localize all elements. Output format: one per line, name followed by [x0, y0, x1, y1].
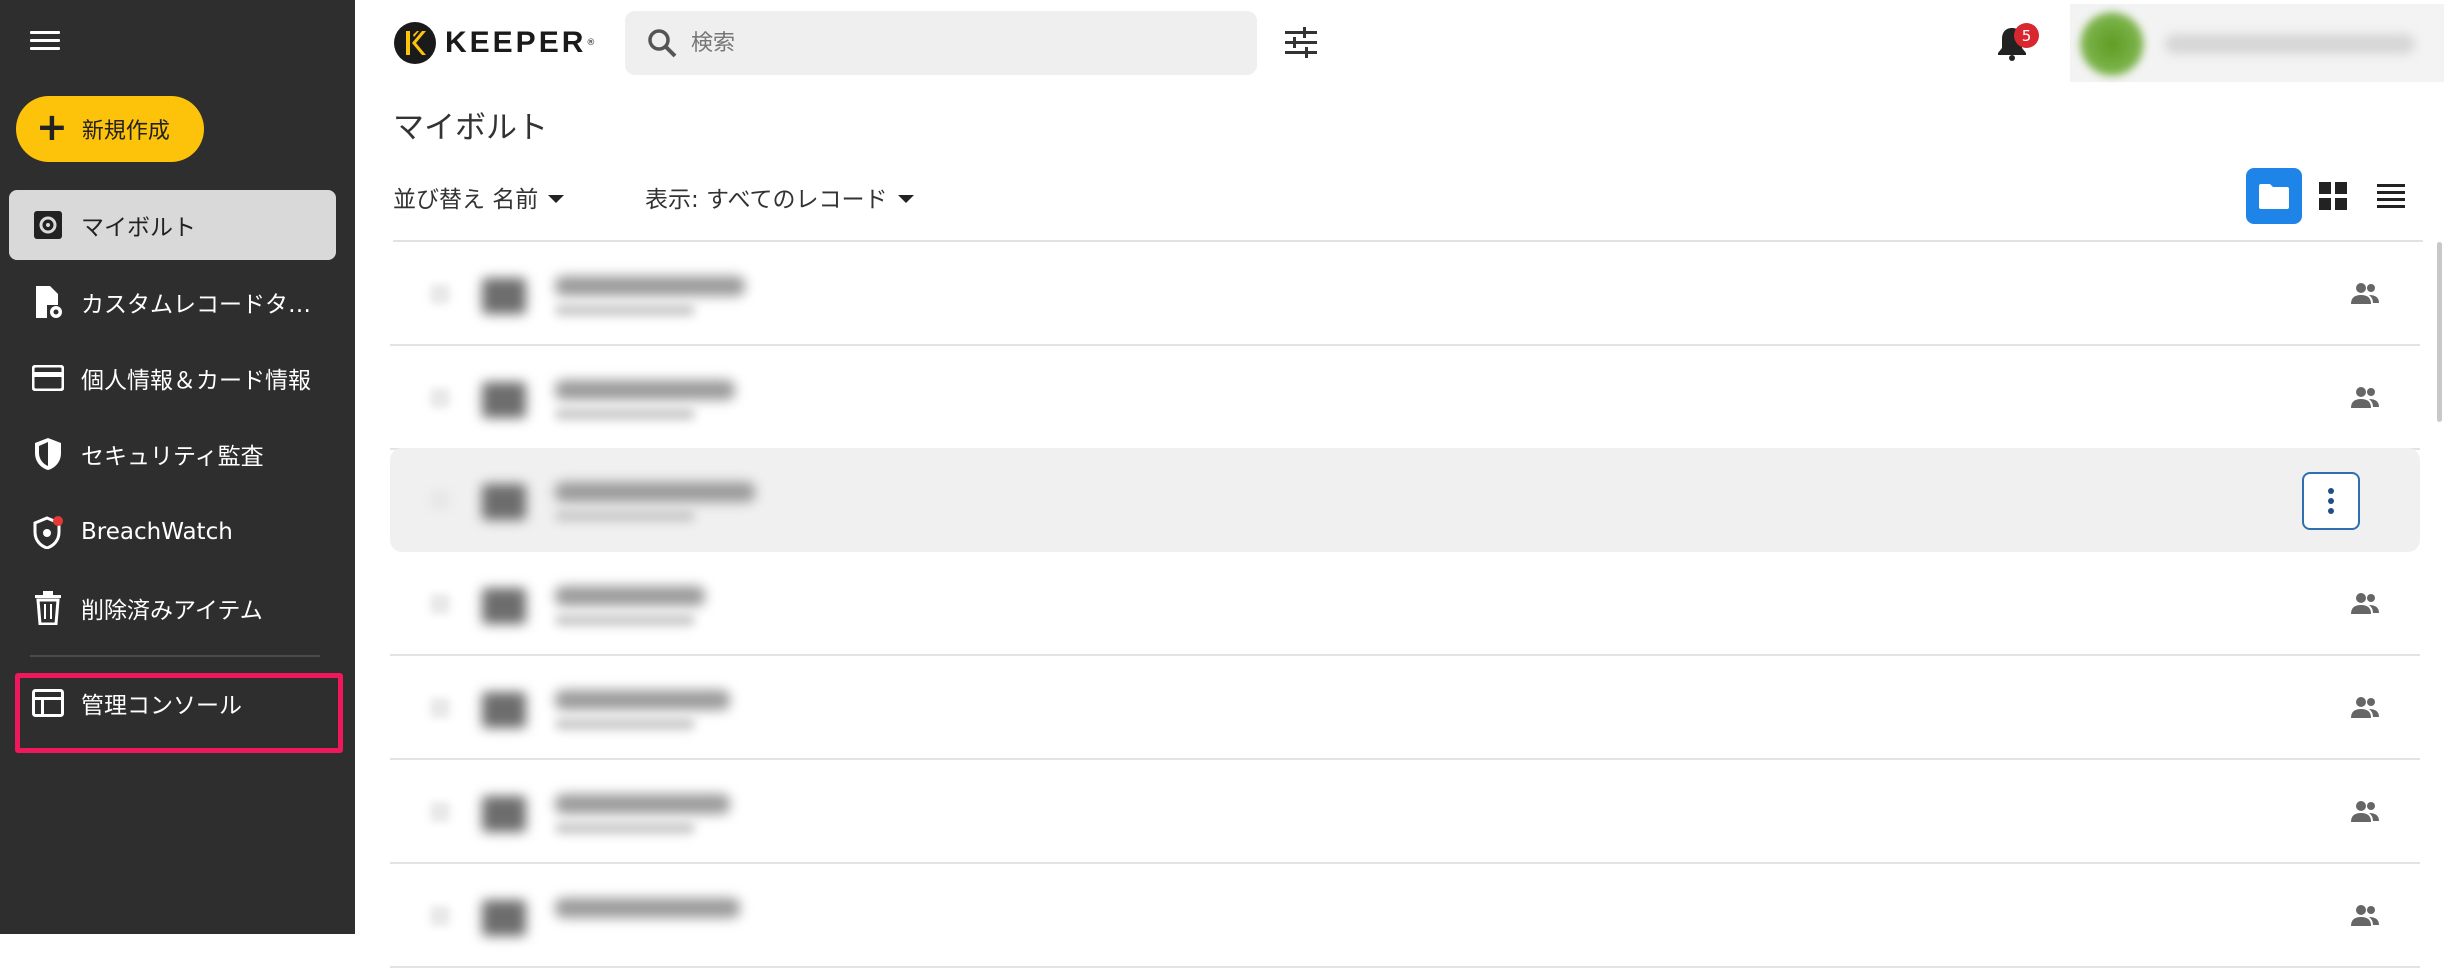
keeper-logo-icon — [394, 22, 436, 64]
sidebar: + 新規作成 マイボルト カスタムレコードタイプ 個人情報＆カード情報 セキュリ… — [0, 0, 355, 934]
expand-icon[interactable] — [430, 594, 450, 614]
trash-icon — [31, 591, 65, 625]
sidebar-item-custom-record-types[interactable]: カスタムレコードタイプ — [9, 267, 336, 337]
folder-name-blurred — [555, 690, 730, 710]
account-email-blurred — [2165, 34, 2415, 54]
caret-down-icon — [548, 195, 565, 203]
shared-users-icon — [2351, 283, 2379, 304]
shared-users-icon — [2351, 593, 2379, 614]
plus-icon: + — [36, 105, 68, 149]
folder-subtitle-blurred — [555, 304, 695, 316]
expand-icon[interactable] — [430, 906, 450, 926]
shared-users-icon — [2351, 697, 2379, 718]
shared-folder-icon — [482, 484, 526, 520]
sidebar-item-breachwatch[interactable]: BreachWatch — [9, 497, 336, 567]
folder-subtitle-blurred — [555, 614, 695, 626]
folder-row[interactable] — [390, 760, 2420, 864]
card-icon — [31, 361, 65, 395]
logo-text: KEEPER — [445, 26, 587, 59]
expand-icon[interactable] — [430, 388, 450, 408]
search-bar[interactable] — [625, 11, 1257, 75]
page-title: マイボルト — [393, 110, 548, 146]
highlight-box — [15, 673, 343, 753]
folder-row[interactable] — [390, 242, 2420, 346]
shared-folder-icon — [482, 278, 526, 314]
folder-row[interactable] — [390, 864, 2420, 968]
folder-row[interactable] — [390, 552, 2420, 656]
folder-name-blurred — [555, 482, 755, 502]
folder-name-blurred — [555, 380, 735, 400]
folder-view-button[interactable] — [2246, 168, 2302, 224]
shared-folder-icon — [482, 588, 526, 624]
folder-subtitle-blurred — [555, 718, 695, 730]
vault-icon — [31, 208, 65, 242]
folder-row[interactable] — [390, 346, 2420, 450]
sidebar-item-my-vault[interactable]: マイボルト — [9, 190, 336, 260]
avatar — [2080, 12, 2144, 76]
logo-trademark: ® — [586, 38, 596, 48]
sidebar-divider — [30, 655, 320, 657]
sidebar-item-security-audit[interactable]: セキュリティ監査 — [9, 419, 336, 489]
folder-name-blurred — [555, 586, 705, 606]
folder-subtitle-blurred — [555, 822, 695, 834]
view-filter-dropdown[interactable]: 表示: すべてのレコード — [645, 180, 914, 214]
list-view-button[interactable] — [2363, 168, 2419, 224]
breachwatch-icon — [31, 515, 65, 549]
sidebar-item-identity-cards[interactable]: 個人情報＆カード情報 — [9, 343, 336, 413]
shared-folder-icon — [482, 382, 526, 418]
shared-users-icon — [2351, 387, 2379, 408]
shared-users-icon — [2351, 801, 2379, 822]
folder-row[interactable] — [390, 656, 2420, 760]
new-item-button[interactable]: + 新規作成 — [16, 96, 204, 162]
folder-name-blurred — [555, 794, 730, 814]
shared-users-icon — [2351, 905, 2379, 926]
sidebar-item-deleted-items[interactable]: 削除済みアイテム — [9, 573, 336, 643]
menu-icon[interactable] — [30, 26, 62, 58]
notification-badge: 5 — [2014, 23, 2039, 48]
account-menu[interactable] — [2070, 4, 2444, 82]
folder-subtitle-blurred — [555, 408, 695, 420]
sort-dropdown[interactable]: 並び替え 名前 — [393, 180, 565, 214]
folder-name-blurred — [555, 898, 740, 918]
search-input[interactable] — [691, 30, 1211, 56]
expand-icon[interactable] — [430, 490, 450, 510]
shared-folder-icon — [482, 796, 526, 832]
shield-icon — [31, 437, 65, 471]
folder-name-blurred — [555, 276, 745, 296]
more-options-button[interactable] — [2302, 472, 2360, 530]
filter-settings-icon[interactable] — [1283, 26, 1321, 60]
expand-icon[interactable] — [430, 802, 450, 822]
folder-icon — [2259, 184, 2289, 209]
shared-folder-icon — [482, 692, 526, 728]
keeper-logo[interactable]: KEEPER ® — [393, 20, 595, 66]
scrollbar[interactable] — [2437, 242, 2442, 422]
custom-record-icon — [31, 285, 65, 319]
folder-subtitle-blurred — [555, 510, 695, 522]
grid-view-button[interactable] — [2305, 168, 2361, 224]
folder-row-hovered[interactable] — [390, 448, 2420, 552]
expand-icon[interactable] — [430, 698, 450, 718]
shared-folder-icon — [482, 900, 526, 936]
grid-icon — [2319, 182, 2347, 210]
expand-icon[interactable] — [430, 284, 450, 304]
list-icon — [2377, 184, 2405, 208]
caret-down-icon — [897, 195, 914, 203]
search-icon — [648, 29, 677, 58]
